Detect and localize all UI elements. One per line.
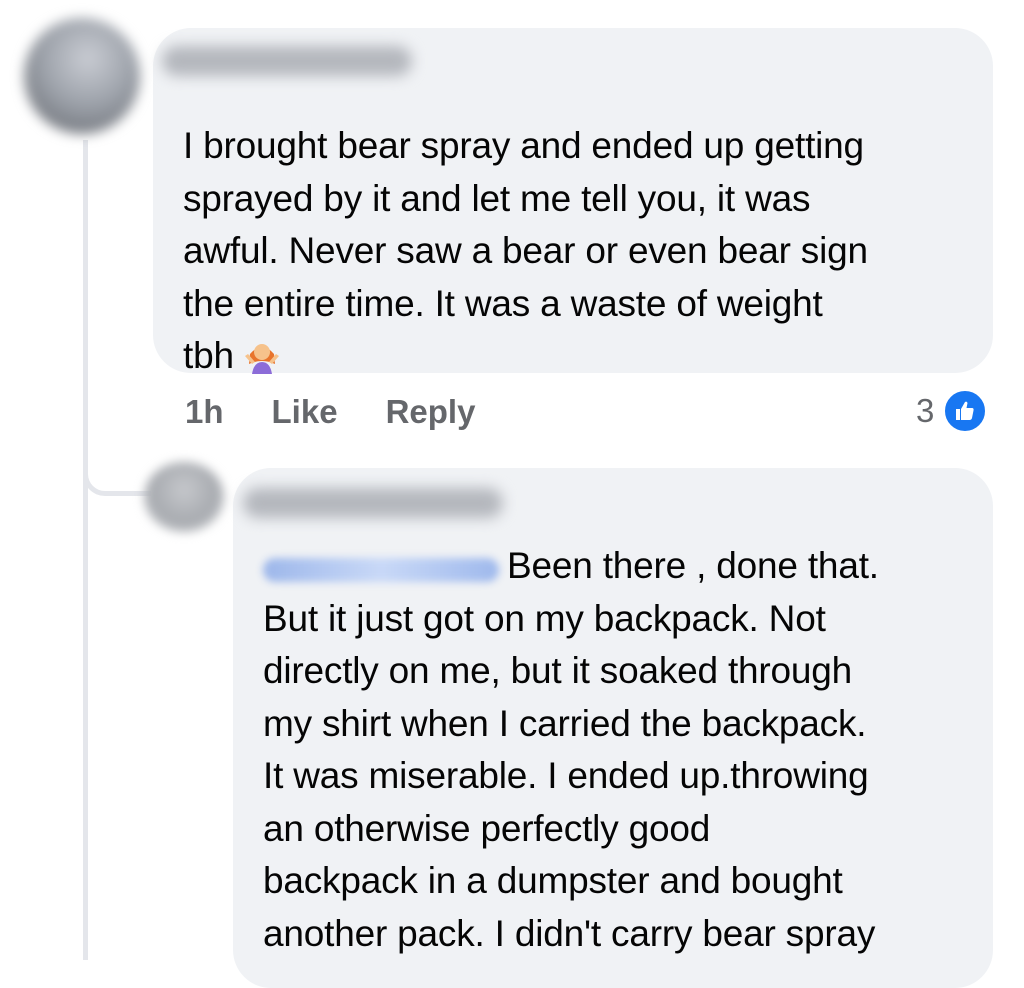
- thread-connector-line: [83, 140, 88, 960]
- reaction-summary[interactable]: 3: [916, 388, 989, 434]
- mention-tag-blurred[interactable]: [263, 558, 499, 582]
- reply-connector-elbow: [83, 440, 151, 496]
- reply-bubble: Been there , done that. But it just got …: [233, 468, 993, 988]
- reaction-count: 3: [916, 392, 935, 429]
- comment-bubble: I brought bear spray and ended up gettin…: [153, 28, 993, 376]
- commenter-name-blurred[interactable]: [162, 46, 412, 76]
- reply-text: Been there , done that. But it just got …: [263, 545, 879, 954]
- woman-shrugging-emoji: [244, 344, 279, 374]
- comment-timestamp[interactable]: 1h: [185, 393, 224, 431]
- like-button[interactable]: Like: [272, 393, 338, 431]
- commenter-avatar-blurred[interactable]: [24, 18, 140, 134]
- like-icon: [942, 388, 989, 434]
- reply-button[interactable]: Reply: [386, 393, 476, 431]
- reply-commenter-name-blurred[interactable]: [243, 488, 503, 518]
- comment-text: I brought bear spray and ended up gettin…: [183, 125, 868, 376]
- comment-actions: 1h Like Reply: [185, 388, 475, 436]
- reply-commenter-avatar-blurred[interactable]: [144, 462, 224, 532]
